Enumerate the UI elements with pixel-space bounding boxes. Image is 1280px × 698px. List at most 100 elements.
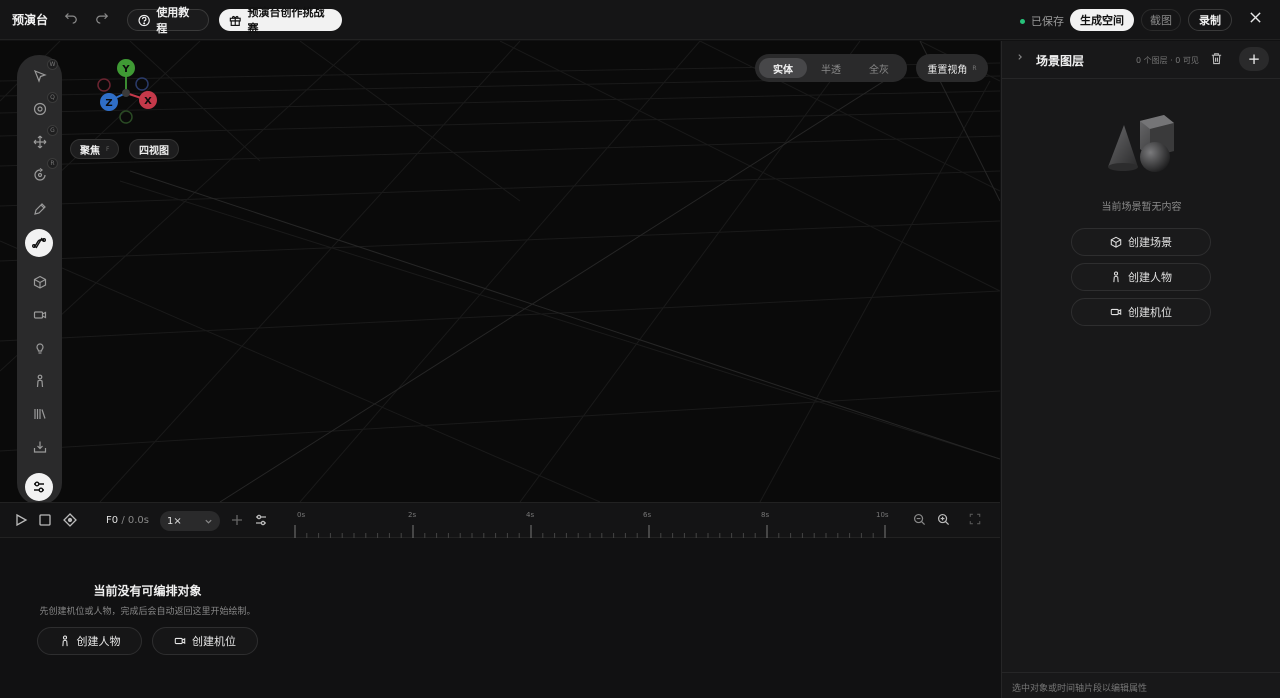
screenshot-button[interactable]: 截图	[1141, 9, 1181, 31]
panel-title: 场景图层	[1036, 54, 1085, 68]
axis-x-label: X	[144, 96, 152, 107]
play-icon[interactable]	[14, 513, 28, 527]
focus-key-hint: F	[106, 145, 110, 153]
scene-layers-panel: 场景图层 0 个图层 · 0 可见 + 当前场景暂无内容 创建场景 创建人物 创…	[1001, 41, 1280, 698]
panel-header: 场景图层 0 个图层 · 0 可见 +	[1002, 41, 1280, 79]
axis-z-label: Z	[105, 98, 112, 109]
reset-view-key-hint: R	[972, 64, 977, 72]
light-tool-button[interactable]	[27, 335, 53, 361]
panel-create-camera-label: 创建机位	[1128, 306, 1172, 319]
path-icon	[32, 237, 46, 249]
ruler-label: 10s	[876, 511, 889, 519]
empty-state-subtitle: 先创建机位或人物，完成后会自动返回这里开始绘制。	[39, 607, 256, 617]
tutorial-label: 使用教程	[156, 6, 190, 35]
add-layer-button[interactable]: +	[1239, 47, 1269, 71]
library-tool-button[interactable]	[27, 401, 53, 427]
app-title: 预演台	[12, 13, 49, 27]
layer-count: 0 个图层 · 0 可见	[1136, 56, 1199, 65]
ruler-label: 2s	[408, 511, 417, 519]
panel-create-person-button[interactable]: 创建人物	[1071, 263, 1211, 291]
mode-solid-button[interactable]: 实体	[759, 58, 807, 78]
challenge-button[interactable]: 预演台创作挑战赛	[219, 6, 342, 35]
panel-footer: 选中对象或时间轴片段以编辑属性	[1002, 672, 1280, 698]
zoom-out-icon[interactable]	[913, 513, 927, 527]
timeline-settings-icon[interactable]	[254, 513, 268, 527]
create-person-label: 创建人物	[76, 635, 121, 648]
camera-icon	[33, 311, 47, 319]
panel-create-camera-button[interactable]: 创建机位	[1071, 298, 1211, 326]
stop-icon[interactable]	[38, 513, 52, 527]
camera-tool-button[interactable]	[27, 302, 53, 328]
mode-translucent-button[interactable]: 半透	[807, 58, 855, 78]
orbit-tool-button[interactable]	[27, 96, 53, 122]
top-bar: 预演台 使用教程 预演台创作挑战赛 已保存 生成空间 截图 录制	[0, 0, 1280, 40]
cube-icon	[1110, 236, 1122, 248]
cursor-icon	[33, 69, 47, 83]
sliders-icon	[34, 481, 44, 493]
redo-icon[interactable]	[95, 10, 111, 30]
rotate-icon	[34, 168, 46, 181]
panel-empty-text: 当前场景暂无内容	[1101, 202, 1182, 213]
create-scene-button[interactable]: 创建场景	[1071, 228, 1211, 256]
camera-icon	[174, 637, 186, 645]
four-view-label: 四视图	[139, 145, 169, 157]
pen-tool-button[interactable]	[27, 196, 53, 222]
chevron-down-icon	[205, 519, 212, 524]
keyframe-icon[interactable]	[63, 513, 77, 527]
library-icon	[34, 409, 46, 419]
focus-button[interactable]: 聚焦 F	[70, 139, 120, 159]
trash-icon[interactable]	[1210, 52, 1224, 66]
current-frame: F0	[106, 515, 119, 526]
orbit-icon	[33, 102, 47, 116]
footer-hint: 选中对象或时间轴片段以编辑属性	[1012, 684, 1148, 694]
move-tool-button[interactable]	[27, 129, 53, 155]
3d-viewport[interactable]: Y Z X 聚焦 F 四视图 实体 半透 全灰 重置视角 R	[0, 41, 1000, 502]
person-tool-button[interactable]	[27, 368, 53, 394]
generate-space-button[interactable]: 生成空间	[1070, 9, 1134, 31]
empty-state-title: 当前没有可编排对象	[93, 584, 202, 598]
fit-view-icon[interactable]	[969, 513, 983, 527]
object-tool-button[interactable]	[27, 269, 53, 295]
create-camera-label: 创建机位	[192, 635, 236, 648]
settings-tool-button[interactable]	[25, 473, 53, 501]
rotate-tool-button[interactable]	[27, 162, 53, 188]
ruler-label: 8s	[761, 511, 770, 519]
help-icon	[138, 14, 150, 26]
speed-select[interactable]: 1×	[160, 511, 220, 531]
create-camera-button[interactable]: 创建机位	[152, 627, 258, 655]
axis-gizmo[interactable]: Y Z X	[95, 55, 165, 125]
frame-readout: F0 / 0.0s	[106, 515, 149, 526]
ruler-label: 4s	[526, 511, 535, 519]
import-tool-button[interactable]	[27, 434, 53, 460]
add-track-icon[interactable]	[230, 513, 244, 527]
select-tool-button[interactable]	[27, 63, 53, 89]
close-icon[interactable]	[1247, 11, 1263, 27]
create-person-button[interactable]: 创建人物	[37, 627, 142, 655]
person-icon	[1113, 271, 1119, 283]
camera-icon	[1110, 308, 1122, 316]
zoom-in-icon[interactable]	[937, 513, 951, 527]
render-mode-switch: 实体 半透 全灰	[755, 54, 907, 82]
focus-label: 聚焦	[80, 145, 100, 157]
chevron-right-icon[interactable]	[1016, 53, 1024, 64]
pen-icon	[34, 203, 46, 215]
person-icon	[36, 374, 44, 388]
gift-icon	[229, 15, 241, 26]
reset-view-button[interactable]: 重置视角 R	[916, 54, 988, 82]
four-view-button[interactable]: 四视图	[129, 139, 179, 159]
record-button[interactable]: 录制	[1188, 9, 1232, 31]
axis-y-label: Y	[121, 64, 130, 75]
move-icon	[33, 135, 47, 149]
speed-value: 1×	[167, 515, 182, 527]
ruler-label: 6s	[643, 511, 652, 519]
import-icon	[33, 441, 47, 453]
time-ruler[interactable]: 0s 2s 4s 6s 8s 10s	[294, 503, 894, 539]
path-tool-button[interactable]	[25, 229, 53, 257]
cube-icon	[33, 275, 47, 289]
undo-icon[interactable]	[64, 10, 80, 30]
tutorial-button[interactable]: 使用教程	[127, 6, 209, 35]
mode-gray-button[interactable]: 全灰	[855, 58, 903, 78]
challenge-label: 预演台创作挑战赛	[247, 6, 325, 35]
empty-scene-illustration	[1108, 115, 1174, 172]
create-scene-label: 创建场景	[1128, 236, 1172, 249]
